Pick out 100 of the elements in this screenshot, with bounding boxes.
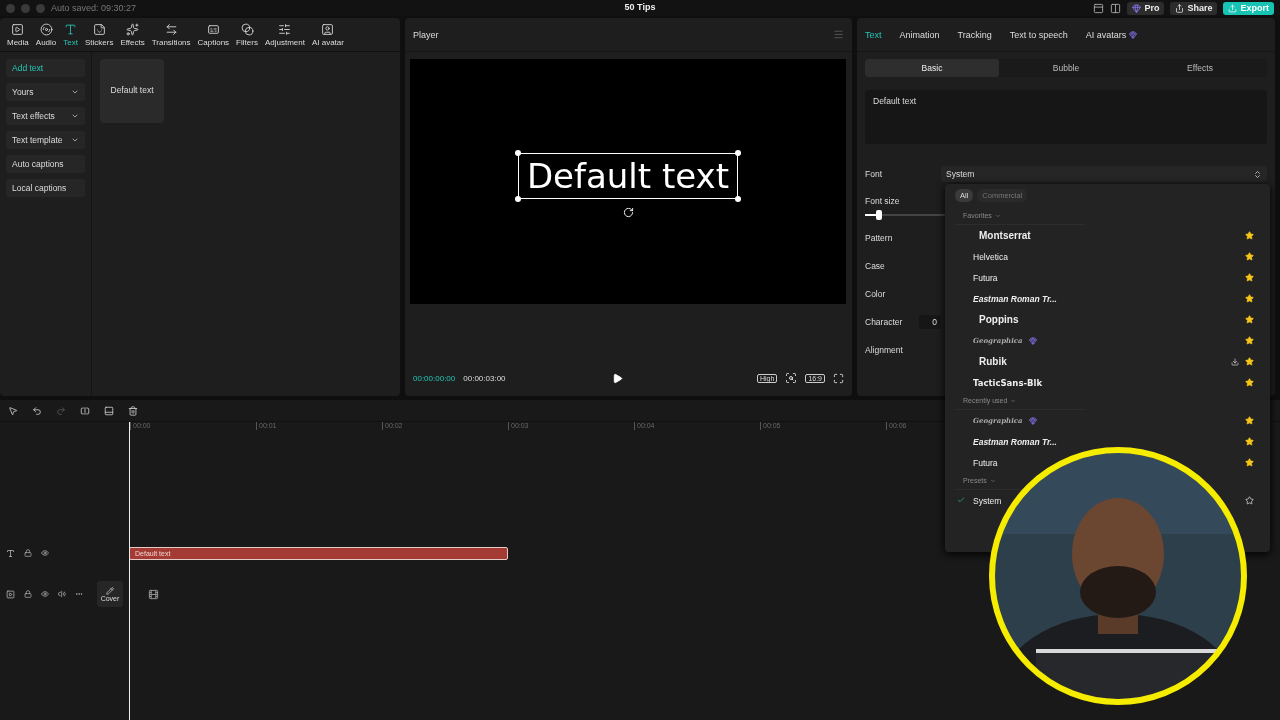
video-track-icon xyxy=(6,589,15,599)
media-tab[interactable]: Filters xyxy=(233,22,261,47)
field-label: Case xyxy=(865,261,886,271)
font-option[interactable]: Montserrat xyxy=(973,230,1031,241)
font-option[interactable]: TacticSans-Blk xyxy=(973,377,1043,388)
font-option[interactable]: Helvetica xyxy=(973,251,1008,262)
window-title: 50 Tips xyxy=(624,2,656,12)
type-icon xyxy=(6,548,15,558)
number-field[interactable]: 0 xyxy=(919,315,941,329)
inspector-tab[interactable]: AI avatars xyxy=(1085,29,1138,40)
star-icon[interactable] xyxy=(1245,416,1254,425)
font-option[interactable]: Eastman Roman Tr... xyxy=(973,293,1057,304)
pro-button[interactable]: Pro xyxy=(1127,1,1165,15)
media-tab[interactable]: Text xyxy=(60,22,81,47)
blend-icon xyxy=(240,22,254,36)
font-option[interactable]: Rubik xyxy=(973,356,1007,367)
undo-icon[interactable] xyxy=(32,405,42,416)
star-icon[interactable] xyxy=(1245,378,1254,387)
subtab[interactable]: Bubble xyxy=(999,59,1133,77)
share-button[interactable]: Share xyxy=(1170,1,1218,15)
side-menu-item[interactable]: Add text xyxy=(6,59,85,77)
slider-thumb[interactable] xyxy=(876,210,883,220)
arrows-icon xyxy=(164,22,178,36)
font-option[interactable]: Futura xyxy=(973,457,998,468)
eye-icon[interactable] xyxy=(41,549,49,557)
font-option[interactable]: Poppins xyxy=(973,314,1019,325)
trim-icon[interactable] xyxy=(104,405,114,416)
layout-icon[interactable] xyxy=(1093,2,1105,14)
current-time: 00:00:00:00 xyxy=(413,373,456,383)
side-menu-item[interactable]: Auto captions xyxy=(6,155,85,173)
inspector-tab[interactable]: Text xyxy=(865,29,882,40)
lock-icon[interactable] xyxy=(24,549,32,557)
play-square-icon xyxy=(11,22,25,36)
font-option[interactable]: Futura xyxy=(973,272,998,283)
media-tab[interactable]: Stickers xyxy=(81,22,117,47)
media-tab[interactable]: Transitions xyxy=(148,22,194,47)
duration: 00:00:03:00 xyxy=(463,373,506,383)
delete-icon[interactable] xyxy=(128,405,138,416)
star-icon[interactable] xyxy=(1245,336,1254,345)
type-icon xyxy=(64,22,78,36)
gem-icon xyxy=(1132,3,1142,13)
side-menu-item[interactable]: Yours xyxy=(6,83,85,101)
media-tab[interactable]: Audio xyxy=(32,22,60,47)
side-menu-item[interactable]: Text template xyxy=(6,131,85,149)
split-icon[interactable] xyxy=(80,405,90,416)
autosave-status: Auto saved: 09:30:27 xyxy=(51,3,137,13)
download-icon[interactable] xyxy=(1231,357,1239,366)
field-label: Color xyxy=(865,289,887,299)
subtab[interactable]: Effects xyxy=(1133,59,1267,77)
pointer-icon[interactable] xyxy=(8,405,18,416)
inspector-tab[interactable]: Animation xyxy=(899,29,940,40)
export-icon xyxy=(1228,3,1238,13)
field-label: Alignment xyxy=(865,345,904,355)
zoom-icon[interactable] xyxy=(785,372,798,384)
more-icon[interactable] xyxy=(75,590,83,598)
star-icon[interactable] xyxy=(1245,496,1254,505)
share-icon xyxy=(1175,3,1185,13)
field-label: Font xyxy=(865,169,883,179)
play-button[interactable] xyxy=(611,372,623,384)
rotate-handle-icon[interactable] xyxy=(622,207,634,218)
captions-icon xyxy=(206,22,220,36)
fullscreen-icon[interactable] xyxy=(833,372,844,384)
volume-icon[interactable] xyxy=(58,590,66,598)
text-input[interactable]: Default text xyxy=(865,90,1267,144)
sparkle-icon xyxy=(126,22,140,36)
star-icon[interactable] xyxy=(1245,315,1254,324)
side-menu-item[interactable]: Text effects xyxy=(6,107,85,125)
font-option[interactable]: System xyxy=(973,495,1002,506)
side-menu-item[interactable]: Local captions xyxy=(6,179,85,197)
panel-title: Player xyxy=(413,29,439,40)
media-tab[interactable]: Adjustment xyxy=(261,22,308,47)
media-tab[interactable]: Effects xyxy=(117,22,148,47)
star-icon[interactable] xyxy=(1245,437,1254,446)
media-tab[interactable]: Media xyxy=(4,22,32,47)
lock-icon[interactable] xyxy=(24,590,32,598)
inspector-tab[interactable]: Tracking xyxy=(957,29,992,40)
chevron-icon xyxy=(994,212,1001,219)
avatar-icon xyxy=(321,22,335,36)
updown-icon xyxy=(1253,169,1262,179)
media-tab[interactable]: AI avatar xyxy=(308,22,347,47)
star-icon[interactable] xyxy=(1245,357,1254,366)
film-icon xyxy=(148,588,159,600)
eye-icon[interactable] xyxy=(41,590,49,598)
pencil-icon xyxy=(106,586,114,595)
star-icon[interactable] xyxy=(1245,273,1254,282)
text-preset-card[interactable]: Default text xyxy=(100,59,164,123)
font-select[interactable]: System xyxy=(941,166,1267,182)
sticker-icon xyxy=(92,22,106,36)
star-icon[interactable] xyxy=(1245,458,1254,467)
star-icon[interactable] xyxy=(1245,294,1254,303)
subtab[interactable]: Basic xyxy=(865,59,999,77)
inspector-tab[interactable]: Text to speech xyxy=(1009,29,1068,40)
star-icon[interactable] xyxy=(1245,231,1254,240)
media-tab[interactable]: Captions xyxy=(194,22,233,47)
star-icon[interactable] xyxy=(1245,252,1254,261)
disc-icon xyxy=(39,22,53,36)
font-option[interactable]: Eastman Roman Tr... xyxy=(973,436,1057,447)
field-label: Pattern xyxy=(865,233,894,243)
overlay-text[interactable]: Default text xyxy=(517,153,739,199)
panel-icon[interactable] xyxy=(1110,2,1122,14)
